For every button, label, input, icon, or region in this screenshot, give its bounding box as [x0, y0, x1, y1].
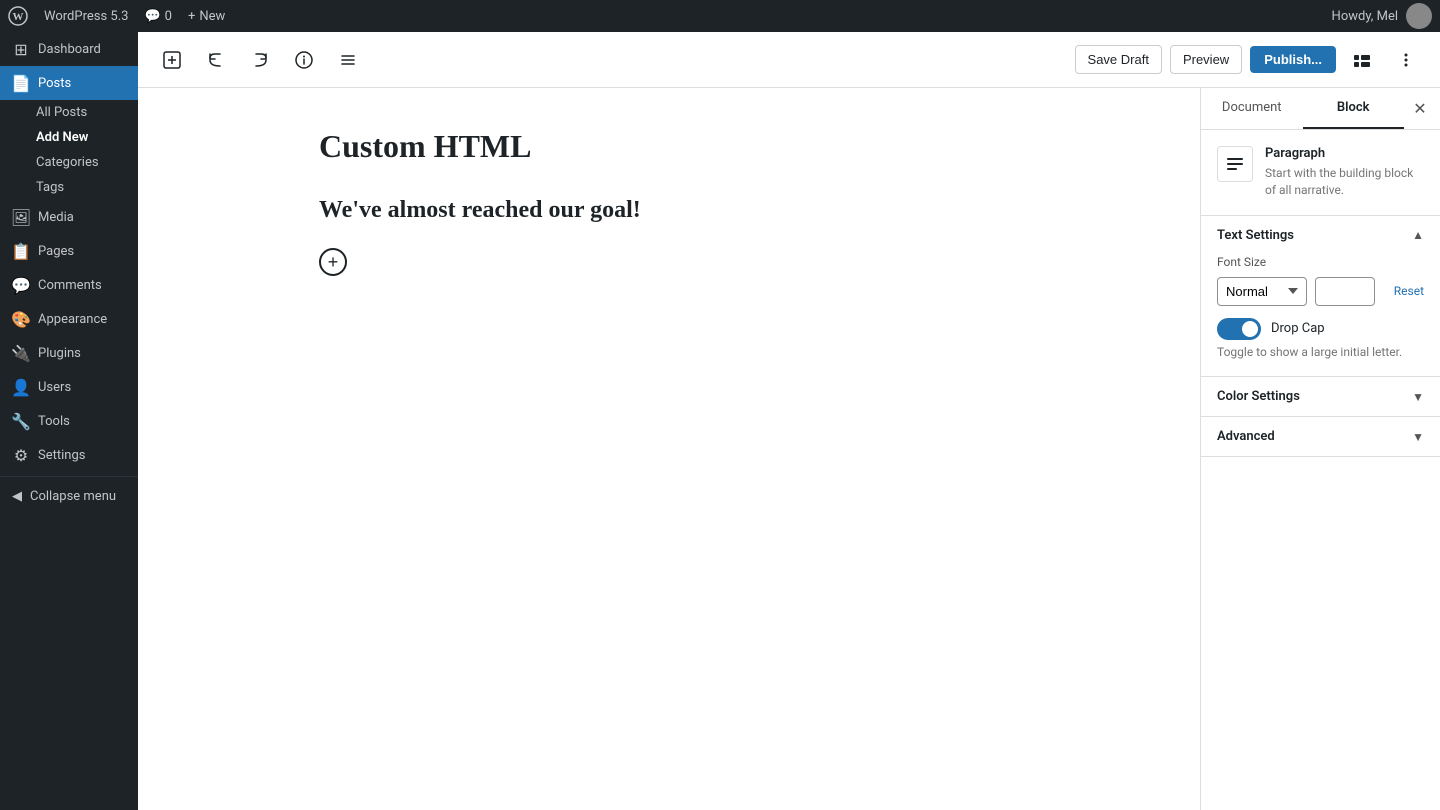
pages-icon: 📋: [12, 242, 30, 260]
users-icon: 👤: [12, 378, 30, 396]
media-icon: 🖼: [12, 208, 30, 226]
plugins-icon: 🔌: [12, 344, 30, 362]
sidebar-item-media[interactable]: 🖼 Media: [0, 200, 138, 234]
more-options-button[interactable]: [1388, 42, 1424, 78]
svg-text:W: W: [13, 11, 24, 23]
sidebar-item-add-new[interactable]: Add New: [24, 125, 138, 150]
toolbar-right: Save Draft Preview Publish...: [1075, 42, 1424, 78]
color-settings-header[interactable]: Color Settings ▼: [1201, 377, 1440, 416]
tab-block[interactable]: Block: [1303, 88, 1405, 129]
font-size-row: Normal Small Medium Large Huge Reset: [1217, 277, 1424, 306]
comments-link[interactable]: 💬 0: [144, 9, 172, 24]
sidebar-item-posts[interactable]: 📄 Posts: [0, 66, 138, 100]
site-name[interactable]: WordPress 5.3: [44, 9, 128, 24]
font-size-label: Font Size: [1217, 255, 1424, 269]
font-size-reset[interactable]: Reset: [1394, 284, 1424, 298]
preview-button[interactable]: Preview: [1170, 45, 1242, 74]
add-block-toolbar-button[interactable]: [154, 42, 190, 78]
new-link[interactable]: + New: [188, 9, 225, 24]
font-size-select[interactable]: Normal Small Medium Large Huge: [1217, 277, 1307, 306]
settings-panel-button[interactable]: [1344, 42, 1380, 78]
text-settings-header[interactable]: Text Settings ▲: [1201, 216, 1440, 255]
color-settings-section: Color Settings ▼: [1201, 377, 1440, 417]
add-block-inline-button[interactable]: +: [319, 248, 347, 276]
text-settings-chevron-icon: ▲: [1412, 228, 1424, 242]
block-navigation-button[interactable]: [330, 42, 366, 78]
tab-document[interactable]: Document: [1201, 88, 1303, 129]
comments-icon: 💬: [12, 276, 30, 294]
sidebar-item-comments[interactable]: 💬 Comments: [0, 268, 138, 302]
collapse-menu-button[interactable]: ◀ Collapse menu: [0, 481, 138, 512]
sidebar-item-appearance[interactable]: 🎨 Appearance: [0, 302, 138, 336]
content-wrapper: Custom HTML We've almost reached our goa…: [138, 88, 1440, 810]
posts-icon: 📄: [12, 74, 30, 92]
panel-tabs: Document Block ✕: [1201, 88, 1440, 130]
tools-icon: 🔧: [12, 412, 30, 430]
right-panel: Document Block ✕: [1200, 88, 1440, 810]
editor-canvas[interactable]: Custom HTML We've almost reached our goa…: [138, 88, 1200, 810]
block-description: Start with the building block of all nar…: [1265, 165, 1424, 199]
post-body[interactable]: We've almost reached our goal!: [319, 197, 1019, 224]
drop-cap-label: Drop Cap: [1271, 321, 1325, 336]
sidebar-item-categories[interactable]: Categories: [24, 150, 138, 175]
appearance-icon: 🎨: [12, 310, 30, 328]
drop-cap-row: Drop Cap: [1217, 318, 1424, 340]
editor-area: Save Draft Preview Publish...: [138, 32, 1440, 810]
sidebar-item-settings[interactable]: ⚙ Settings: [0, 438, 138, 472]
sidebar-item-tags[interactable]: Tags: [24, 175, 138, 200]
sidebar-item-plugins[interactable]: 🔌 Plugins: [0, 336, 138, 370]
howdy-text: Howdy, Mel: [1332, 9, 1398, 24]
sidebar-item-pages[interactable]: 📋 Pages: [0, 234, 138, 268]
publish-button[interactable]: Publish...: [1250, 46, 1336, 73]
panel-scroll: Text Settings ▲ Font Size Normal Small M…: [1201, 216, 1440, 810]
admin-bar-right: Howdy, Mel: [1332, 3, 1432, 29]
settings-icon: ⚙: [12, 446, 30, 464]
posts-submenu: All Posts Add New Categories Tags: [0, 100, 138, 200]
block-title: Paragraph: [1265, 146, 1424, 161]
text-settings-title: Text Settings: [1217, 228, 1294, 243]
post-title[interactable]: Custom HTML: [319, 128, 1019, 165]
editor-toolbar: Save Draft Preview Publish...: [138, 32, 1440, 88]
color-settings-title: Color Settings: [1217, 389, 1300, 404]
sidebar-item-tools[interactable]: 🔧 Tools: [0, 404, 138, 438]
panel-close-button[interactable]: ✕: [1404, 93, 1436, 125]
info-button[interactable]: [286, 42, 322, 78]
save-draft-button[interactable]: Save Draft: [1075, 45, 1162, 74]
color-settings-chevron-icon: ▼: [1412, 390, 1424, 404]
sidebar-item-dashboard[interactable]: ⊞ Dashboard: [0, 32, 138, 66]
redo-button[interactable]: [242, 42, 278, 78]
sidebar: ⊞ Dashboard 📄 Posts All Posts Add New Ca…: [0, 32, 138, 810]
block-icon: [1217, 146, 1253, 182]
sidebar-item-all-posts[interactable]: All Posts: [24, 100, 138, 125]
advanced-title: Advanced: [1217, 429, 1275, 444]
advanced-header[interactable]: Advanced ▼: [1201, 417, 1440, 456]
sidebar-item-users[interactable]: 👤 Users: [0, 370, 138, 404]
advanced-chevron-icon: ▼: [1412, 430, 1424, 444]
dashboard-icon: ⊞: [12, 40, 30, 58]
undo-button[interactable]: [198, 42, 234, 78]
text-settings-body: Font Size Normal Small Medium Large Huge: [1201, 255, 1440, 377]
collapse-icon: ◀: [12, 489, 22, 504]
font-size-input[interactable]: [1315, 277, 1375, 306]
text-settings-section: Text Settings ▲ Font Size Normal Small M…: [1201, 216, 1440, 378]
block-info: Paragraph Start with the building block …: [1201, 130, 1440, 216]
editor-content: Custom HTML We've almost reached our goa…: [319, 128, 1019, 770]
wp-logo[interactable]: W: [8, 6, 28, 26]
admin-bar: W WordPress 5.3 💬 0 + New Howdy, Mel: [0, 0, 1440, 32]
drop-cap-toggle[interactable]: [1217, 318, 1261, 340]
drop-cap-description: Toggle to show a large initial letter.: [1217, 344, 1424, 361]
toggle-knob: [1242, 321, 1258, 337]
avatar[interactable]: [1406, 3, 1432, 29]
advanced-section: Advanced ▼: [1201, 417, 1440, 457]
